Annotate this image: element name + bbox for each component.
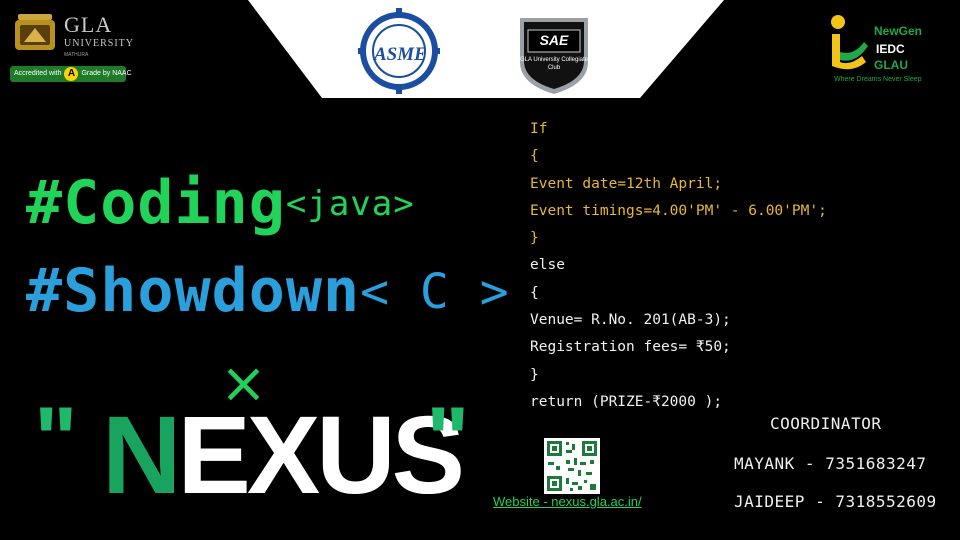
code-line: } <box>530 366 539 383</box>
qr-code-icon[interactable] <box>544 438 600 494</box>
coordinator-jaideep: JAIDEEP - 7318552609 <box>734 492 937 511</box>
nexus-text: NEXUS <box>102 394 465 517</box>
title-coding-java: #Coding<java> <box>26 168 415 238</box>
naac-grade: A <box>64 67 79 81</box>
top-banner <box>248 0 724 98</box>
iedc-text: IEDC <box>876 42 905 56</box>
c-tag: < C > <box>360 264 510 320</box>
coordinator-mayank: MAYANK - 7351683247 <box>734 454 927 473</box>
code-line: else <box>530 257 565 274</box>
code-line: return (PRIZE-₹2000 ); <box>530 393 723 410</box>
nexus-wordmark: " NEXUS " <box>34 389 470 517</box>
gla-emblem-icon <box>15 14 55 50</box>
sae-subtitle: GLA University Collegiate Club <box>519 57 589 71</box>
code-line: Event date=12th April; <box>530 175 723 192</box>
code-line: } <box>530 230 539 247</box>
iedc-newgen-text: NewGen <box>874 24 923 38</box>
sae-logo: SAE GLA University Collegiate Club <box>514 12 594 96</box>
code-block: If { Event date=12th April; Event timings=4… <box>530 116 827 416</box>
website-link[interactable]: Website - nexus.gla.ac.in/ <box>493 494 642 509</box>
coordinator-title: COORDINATOR <box>770 414 882 433</box>
gla-university-logo: GLA UNIVERSITY MATHURA Accredited with A G… <box>10 10 133 84</box>
naac-accreditation-badge: Accredited with A Grade by NAAC <box>10 66 132 82</box>
gla-university-text: UNIVERSITY <box>64 38 134 49</box>
code-line: { <box>530 148 539 165</box>
naac-suffix: Grade by NAAC <box>81 70 132 77</box>
quote-open: " <box>34 389 78 491</box>
code-line: Venue= R.No. 201(AB-3); <box>530 312 731 329</box>
nexus-first-letter: N <box>102 394 181 517</box>
iedc-tagline: Where Dreams Never Sleep <box>834 76 922 83</box>
asme-label: ASME <box>374 44 427 65</box>
quote-close: " <box>426 389 470 491</box>
showdown-hashtag: #Showdown <box>26 256 361 326</box>
iedc-glau-text: GLAU <box>874 58 908 72</box>
coding-hashtag: #Coding <box>26 168 286 238</box>
naac-prefix: Accredited with <box>14 70 62 77</box>
sae-label: SAE <box>539 32 569 48</box>
sae-shield-icon <box>520 18 588 94</box>
asme-logo: ASME <box>358 8 440 94</box>
newgen-iedc-logo: NewGen IEDC GLAU Where Dreams Never Slee… <box>822 10 952 90</box>
gla-city-text: MATHURA <box>64 52 89 58</box>
iedc-person-icon <box>831 15 868 70</box>
code-line: Registration fees= ₹50; <box>530 339 731 356</box>
title-showdown-c: #Showdown< C > <box>26 256 510 326</box>
java-tag: <java> <box>285 184 415 224</box>
code-line: Event timings=4.00'PM' - 6.00'PM'; <box>530 202 827 219</box>
nexus-rest: EXUS <box>177 394 465 517</box>
gla-name: GLA <box>64 12 113 37</box>
code-line: If <box>530 121 548 137</box>
code-line: { <box>530 284 539 301</box>
